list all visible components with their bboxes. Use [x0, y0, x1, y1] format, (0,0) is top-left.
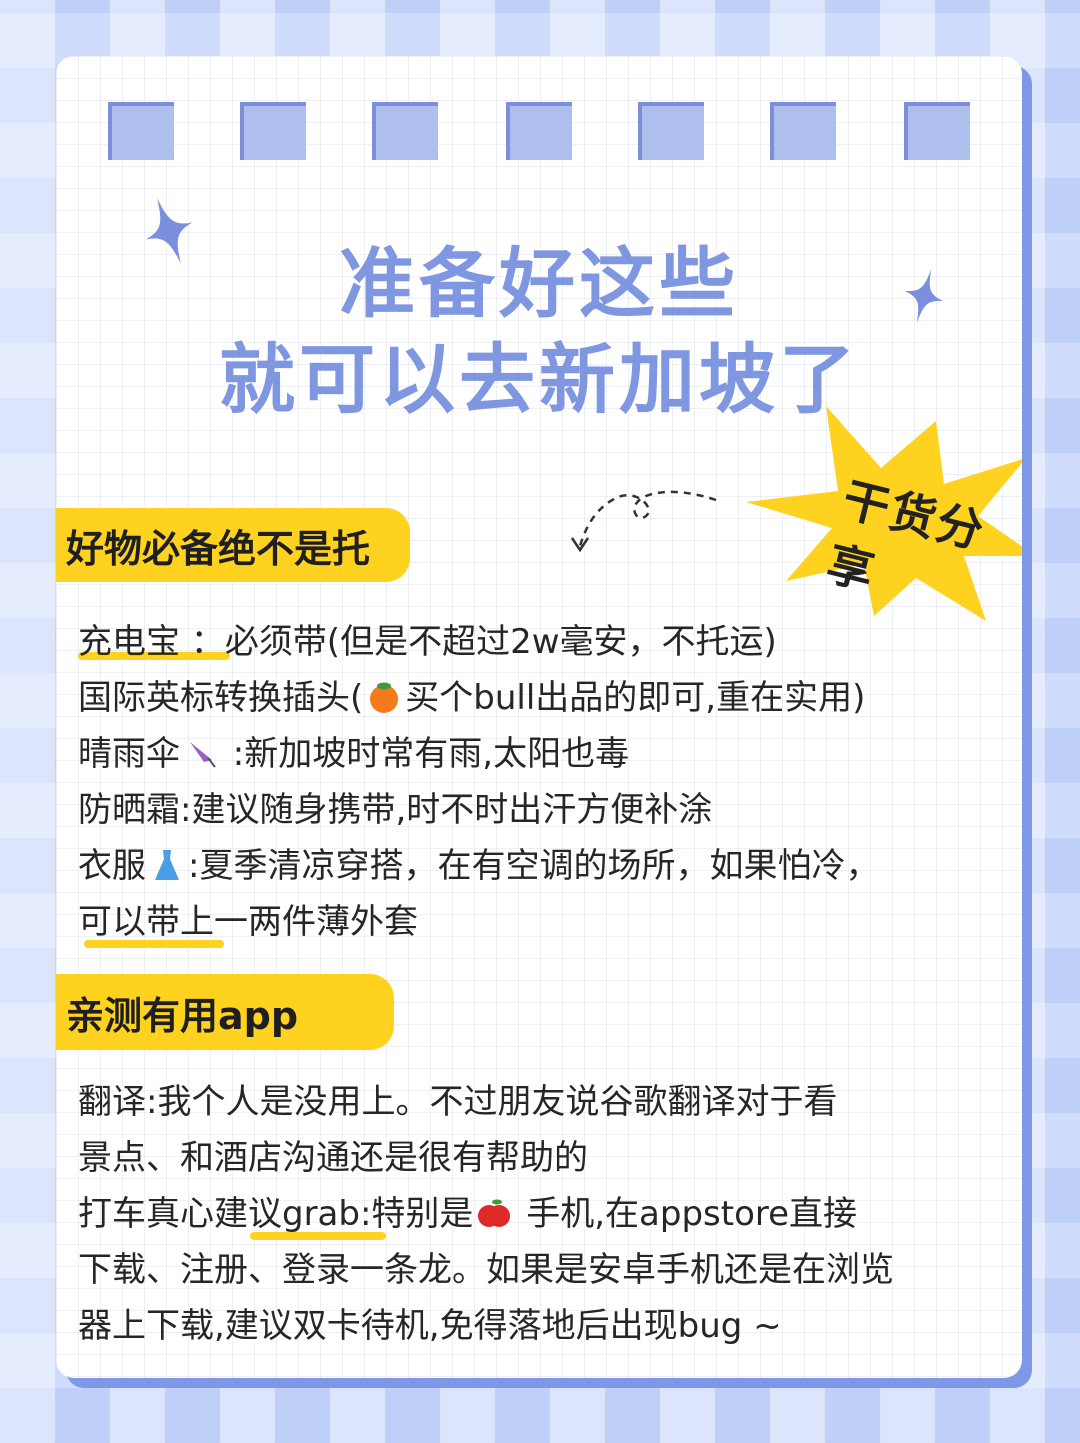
binder-hole	[108, 102, 174, 160]
list-item: 景点、和酒店沟通还是很有帮助的	[78, 1138, 588, 1178]
notebook-card: 准备好这些 就可以去新加坡了 干货分享 好物必备绝不是托 充电宝 ：必须带(但是…	[56, 56, 1022, 1378]
list-item: 充电宝 ：必须带(但是不超过2w毫安，不托运)	[78, 622, 777, 662]
dashed-arrow-icon	[570, 490, 717, 553]
list-item: 下载、注册、登录一条龙。如果是安卓手机还是在浏览	[78, 1250, 894, 1290]
peach-icon	[370, 682, 399, 713]
binder-hole	[770, 102, 836, 160]
umbrella-icon	[190, 742, 216, 768]
dress-icon	[155, 850, 179, 880]
apple-icon	[478, 1199, 511, 1227]
essentials-list: 充电宝 ：必须带(但是不超过2w毫安，不托运) 国际英标转换插头(买个bull出…	[78, 614, 879, 950]
list-item: 防晒霜:建议随身携带,时不时出汗方便补涂	[78, 790, 713, 830]
section-tag-label: 亲测有用app	[66, 993, 299, 1038]
section-tag-essentials: 好物必备绝不是托	[56, 508, 410, 582]
page-title-line1: 准备好这些	[339, 239, 739, 328]
list-item: 翻译:我个人是没用上。不过朋友说谷歌翻译对于看	[78, 1082, 838, 1122]
binder-hole	[904, 102, 970, 160]
list-item: 衣服:夏季清凉穿搭，在有空调的场所，如果怕冷，	[78, 846, 880, 886]
section-tag-label: 好物必备绝不是托	[66, 526, 371, 571]
list-item: 打车真心建议grab:特别是 手机,在appstore直接	[78, 1186, 894, 1242]
binder-hole	[638, 102, 704, 160]
binder-hole	[240, 102, 306, 160]
list-item: 可以带上一两件薄外套	[78, 894, 879, 950]
list-item: 晴雨伞 :新加坡时常有雨,太阳也毒	[78, 734, 630, 774]
binder-hole	[372, 102, 438, 160]
section-tag-apps: 亲测有用app	[56, 974, 394, 1050]
list-item: 国际英标转换插头(买个bull出品的即可,重在实用)	[78, 678, 866, 718]
list-item: 器上下载,建议双卡待机,免得落地后出现bug ~	[78, 1306, 782, 1346]
binder-hole	[506, 102, 572, 160]
apps-list: 翻译:我个人是没用上。不过朋友说谷歌翻译对于看 景点、和酒店沟通还是很有帮助的 …	[78, 1074, 894, 1354]
